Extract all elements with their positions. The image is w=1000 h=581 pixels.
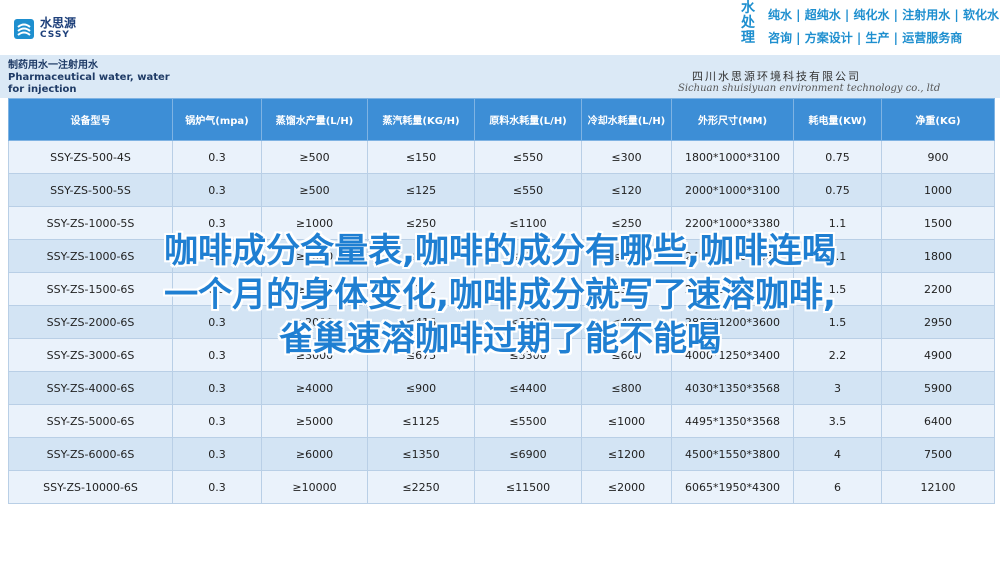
slogan-services: 咨询 | 方案设计 | 生产 | 运营服务商 [768,31,963,45]
table-cell: ≤1350 [367,437,475,471]
brand-name-cn: 水思源 [40,16,77,30]
table-cell: 3 [793,371,882,405]
brand-name-en: CSSY [40,30,70,40]
table-cell: 4 [793,437,882,471]
overlay-headline: 咖啡成分含量表,咖啡的成分有哪些,咖啡连喝 一个月的身体变化,咖啡成分就写了速溶… [0,229,1000,361]
column-header: 冷却水耗量(L/H) [581,98,672,141]
table-cell: 12100 [881,470,995,504]
table-cell: ≤1000 [581,404,672,438]
table-cell: 0.3 [172,470,262,504]
table-cell: SSY-ZS-5000-6S [8,404,173,438]
table-cell: ≤550 [474,140,582,174]
table-cell: 0.3 [172,371,262,405]
table-cell: ≤550 [474,173,582,207]
table-cell: ≤800 [581,371,672,405]
table-cell: ≤11500 [474,470,582,504]
table-cell: 4495*1350*3568 [671,404,794,438]
table-cell: SSY-ZS-500-5S [8,173,173,207]
column-header: 原料水耗量(L/H) [474,98,582,141]
table-cell: 1800*1000*3100 [671,140,794,174]
table-cell: ≤5500 [474,404,582,438]
overlay-line: 一个月的身体变化,咖啡成分就写了速溶咖啡, [164,275,836,315]
table-cell: 900 [881,140,995,174]
table-cell: 0.3 [172,404,262,438]
header: 水思源 CSSY 水 处 理 纯水 | 超纯水 | 纯化水 | 注射用水 | 软… [0,0,1000,55]
table-cell: 4500*1550*3800 [671,437,794,471]
table-cell: 3.5 [793,404,882,438]
table-cell: ≤1200 [581,437,672,471]
vertical-brand: 水 处 理 [736,1,760,46]
table-cell: ≥5000 [261,404,368,438]
table-cell: ≤4400 [474,371,582,405]
table-header-row: 设备型号 锅炉气(mpa) 蒸馏水产量(L/H) 蒸汽耗量(KG/H) 原料水耗量(L/… [8,98,995,141]
table-cell: ≥500 [261,173,368,207]
table-cell: SSY-ZS-6000-6S [8,437,173,471]
column-header: 外形尺寸(MM) [671,98,794,141]
table-cell: ≥6000 [261,437,368,471]
table-cell: ≤120 [581,173,672,207]
table-cell: 0.3 [172,173,262,207]
table-cell: 4030*1350*3568 [671,371,794,405]
vertical-char: 处 [741,15,755,31]
table-cell: SSY-ZS-10000-6S [8,470,173,504]
table-cell: ≤1125 [367,404,475,438]
vertical-char: 理 [741,30,755,46]
column-header: 净重(KG) [881,98,995,141]
table-cell: 0.3 [172,140,262,174]
table-cell: ≤125 [367,173,475,207]
overlay-line: 咖啡成分含量表,咖啡的成分有哪些,咖啡连喝 [164,231,836,271]
table-cell: 0.75 [793,140,882,174]
table-row: SSY-ZS-10000-6S 0.3 ≥10000 ≤2250 ≤11500 ≤2000… [8,470,995,504]
table-cell: ≤900 [367,371,475,405]
table-cell: SSY-ZS-4000-6S [8,371,173,405]
table-cell: ≥10000 [261,470,368,504]
table-cell: SSY-ZS-500-4S [8,140,173,174]
table-row: SSY-ZS-500-4S 0.3 ≥500 ≤150 ≤550 ≤300 1800*100… [8,140,995,174]
company-name-en: Sichuan shuisiyuan environment technolog… [678,83,941,94]
table-cell: 1000 [881,173,995,207]
table-row: SSY-ZS-5000-6S 0.3 ≥5000 ≤1125 ≤5500 ≤1000 449… [8,404,995,438]
table-cell: 7500 [881,437,995,471]
table-cell: ≤2250 [367,470,475,504]
overlay-line: 雀巢速溶咖啡过期了能不能喝 [279,319,721,359]
vertical-char: 水 [741,0,755,16]
brand-logo[interactable]: 水思源 CSSY [14,17,76,40]
table-cell: 0.75 [793,173,882,207]
table-cell: ≤6900 [474,437,582,471]
table-cell: ≤150 [367,140,475,174]
column-header: 锅炉气(mpa) [172,98,262,141]
table-cell: 6400 [881,404,995,438]
table-cell: ≥4000 [261,371,368,405]
column-header: 蒸馏水产量(L/H) [261,98,368,141]
table-row: SSY-ZS-4000-6S 0.3 ≥4000 ≤900 ≤4400 ≤800 4030*… [8,371,995,405]
product-title: 制药用水一注射用水 Pharmaceutical water, water fo… [8,60,170,95]
table-row: SSY-ZS-6000-6S 0.3 ≥6000 ≤1350 ≤6900 ≤1200 450… [8,437,995,471]
table-row: SSY-ZS-500-5S 0.3 ≥500 ≤125 ≤550 ≤120 2000*100… [8,173,995,207]
slogan-products: 纯水 | 超纯水 | 纯化水 | 注射用水 | 软化水 [768,8,999,22]
table-cell: ≤2000 [581,470,672,504]
table-cell: 6 [793,470,882,504]
table-cell: 5900 [881,371,995,405]
table-cell: ≤300 [581,140,672,174]
table-cell: 0.3 [172,437,262,471]
table-cell: 2000*1000*3100 [671,173,794,207]
column-header: 蒸汽耗量(KG/H) [367,98,475,141]
column-header: 耗电量(KW) [793,98,882,141]
table-cell: 6065*1950*4300 [671,470,794,504]
water-drop-icon [14,18,34,39]
company-name-cn: 四川水思源环境科技有限公司 [692,70,861,83]
table-cell: ≥500 [261,140,368,174]
column-header: 设备型号 [8,98,173,141]
